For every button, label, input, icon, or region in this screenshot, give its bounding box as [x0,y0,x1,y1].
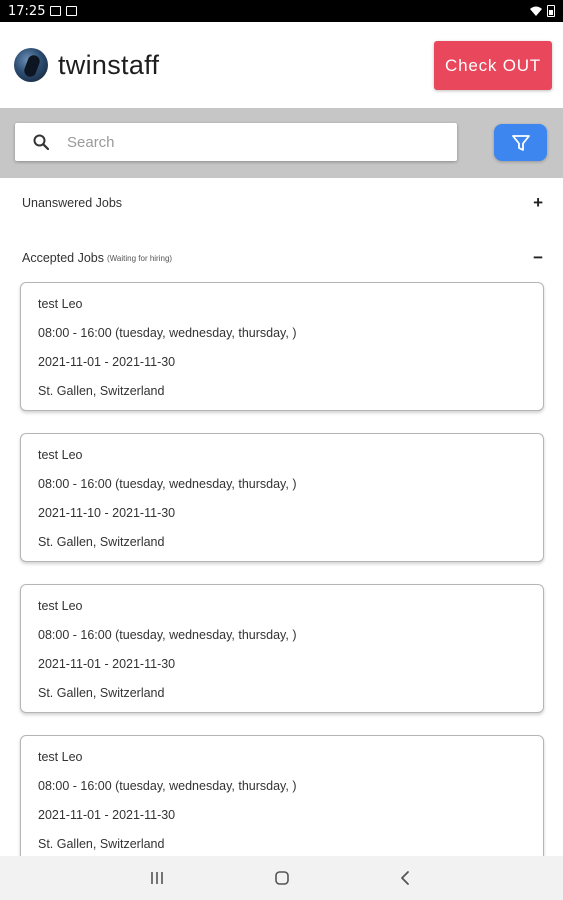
job-title: test Leo [38,599,83,613]
search-input[interactable] [67,133,427,151]
home-icon[interactable] [272,868,292,888]
accepted-jobs-header[interactable]: Accepted Jobs (Waiting for hiring) − [0,248,563,268]
app-header: twinstaff Check OUT [0,22,563,108]
search-box[interactable] [15,123,457,161]
job-schedule: 08:00 - 16:00 (tuesday, wednesday, thurs… [38,477,297,491]
filter-button[interactable] [494,124,547,161]
job-card[interactable]: test Leo 08:00 - 16:00 (tuesday, wednesd… [20,282,544,411]
accepted-jobs-label: Accepted Jobs [22,251,104,265]
job-location: St. Gallen, Switzerland [38,837,165,851]
job-location: St. Gallen, Switzerland [38,384,165,398]
recent-apps-icon[interactable] [147,868,167,888]
check-out-button[interactable]: Check OUT [434,41,552,90]
battery-icon [547,5,555,17]
system-nav-bar [0,856,563,900]
job-schedule: 08:00 - 16:00 (tuesday, wednesday, thurs… [38,628,297,642]
job-card[interactable]: test Leo 08:00 - 16:00 (tuesday, wednesd… [20,735,544,864]
expand-icon[interactable]: + [533,193,543,213]
image-icon [50,6,62,16]
wifi-icon [530,6,542,16]
app-logo [14,48,48,82]
back-icon[interactable] [395,868,415,888]
unanswered-jobs-label: Unanswered Jobs [22,196,123,210]
job-schedule: 08:00 - 16:00 (tuesday, wednesday, thurs… [38,326,297,340]
job-dates: 2021-11-10 - 2021-11-30 [38,506,176,520]
job-schedule: 08:00 - 16:00 (tuesday, wednesday, thurs… [38,779,297,793]
search-bar-area [0,108,563,178]
filter-icon [511,134,530,151]
job-title: test Leo [38,297,83,311]
search-icon [15,133,67,151]
job-title: test Leo [38,750,83,764]
app-title: twinstaff [58,49,160,80]
collapse-icon[interactable]: − [533,248,543,268]
job-dates: 2021-11-01 - 2021-11-30 [38,355,176,369]
job-dates: 2021-11-01 - 2021-11-30 [38,657,176,671]
job-dates: 2021-11-01 - 2021-11-30 [38,808,176,822]
notification-icon [66,6,78,16]
job-location: St. Gallen, Switzerland [38,535,165,549]
job-title: test Leo [38,448,83,462]
unanswered-jobs-header[interactable]: Unanswered Jobs + [0,193,563,213]
accepted-jobs-sublabel: (Waiting for hiring) [107,253,173,263]
status-time: 17:25 [8,3,46,19]
job-location: St. Gallen, Switzerland [38,686,165,700]
job-card[interactable]: test Leo 08:00 - 16:00 (tuesday, wednesd… [20,433,544,562]
job-card[interactable]: test Leo 08:00 - 16:00 (tuesday, wednesd… [20,584,544,713]
status-bar: 17:25 [0,0,563,22]
